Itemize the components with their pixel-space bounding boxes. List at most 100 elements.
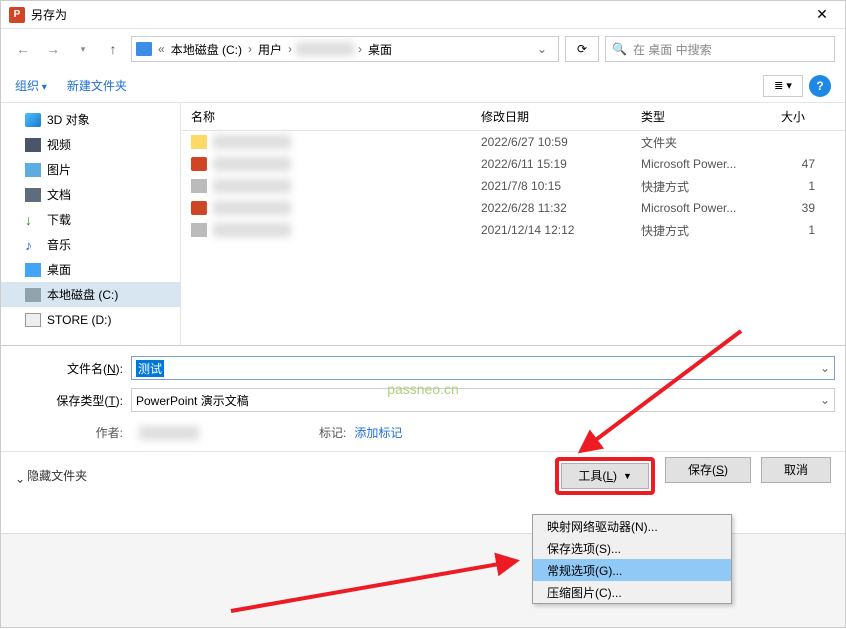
author-label: 作者:	[11, 424, 131, 441]
tag-label: 标记:	[319, 424, 346, 441]
forward-button[interactable]: →	[41, 37, 65, 61]
breadcrumb-hidden[interactable]: xxx	[296, 42, 354, 56]
breadcrumb-sep: ›	[286, 42, 294, 56]
file-size: 1	[781, 223, 845, 237]
file-size: 1	[781, 179, 845, 193]
file-type: 快捷方式	[641, 178, 781, 195]
sidebar-item-7[interactable]: 本地磁盘 (C:)	[1, 282, 180, 307]
file-type: Microsoft Power...	[641, 157, 781, 171]
file-row[interactable]: xxx 2021/7/8 10:15快捷方式1	[181, 175, 845, 197]
file-name-hidden: xxx	[213, 179, 291, 193]
sidebar-item-3[interactable]: 文档	[1, 182, 180, 207]
breadcrumb-sep: ›	[356, 42, 364, 56]
form-area: 文件名(N): 测试 ⌄ 保存类型(T): PowerPoint 演示文稿 ⌄ …	[1, 345, 845, 451]
store-icon	[25, 313, 41, 327]
titlebar: P 另存为 ✕	[1, 1, 845, 29]
tools-highlight-box: 工具(L) ▼	[555, 457, 655, 495]
main-area: 3D 对象视频图片文档 ↓ 下载 ♪ 音乐桌面本地磁盘 (C:)STORE (D:) 名…	[1, 103, 845, 345]
desk-icon	[25, 263, 41, 277]
filename-value: 测试	[136, 360, 164, 377]
sidebar-item-8[interactable]: STORE (D:)	[1, 307, 180, 332]
file-name-hidden: xxx	[213, 135, 291, 149]
sidebar-item-0[interactable]: 3D 对象	[1, 107, 180, 132]
file-icon	[191, 135, 207, 149]
file-icon	[191, 223, 207, 237]
up-button[interactable]: ↑	[101, 37, 125, 61]
col-date[interactable]: 修改日期	[481, 108, 641, 125]
col-name[interactable]: 名称	[191, 108, 481, 125]
bottom-bar: 隐藏文件夹 工具(L) ▼ 保存(S) 取消	[1, 451, 845, 499]
file-date: 2022/6/27 10:59	[481, 135, 641, 149]
col-type[interactable]: 类型	[641, 108, 781, 125]
sidebar-item-2[interactable]: 图片	[1, 157, 180, 182]
back-button[interactable]: ←	[11, 37, 35, 61]
breadcrumb-user[interactable]: 用户	[256, 41, 284, 58]
disk-icon	[25, 288, 41, 302]
sidebar-item-label: 文档	[47, 186, 71, 203]
pic-icon	[25, 163, 41, 177]
recent-dropdown[interactable]: ▾	[71, 37, 95, 61]
menu-item-0[interactable]: 映射网络驱动器(N)...	[533, 515, 731, 537]
sidebar-item-4[interactable]: ↓ 下载	[1, 207, 180, 232]
sidebar-item-label: 图片	[47, 161, 71, 178]
file-name-hidden: xxx	[213, 201, 291, 215]
sidebar-item-label: 下载	[47, 211, 71, 228]
breadcrumb[interactable]: « 本地磁盘 (C:) › 用户 › xxx › 桌面 ⌄	[131, 36, 559, 62]
sidebar-item-6[interactable]: 桌面	[1, 257, 180, 282]
filename-label: 文件名(N):	[11, 360, 131, 377]
file-date: 2021/7/8 10:15	[481, 179, 641, 193]
file-row[interactable]: xxx2022/6/11 15:19Microsoft Power...47	[181, 153, 845, 175]
breadcrumb-desktop[interactable]: 桌面	[366, 41, 394, 58]
breadcrumb-dropdown[interactable]: ⌄	[530, 42, 554, 56]
sidebar-item-label: 3D 对象	[47, 111, 90, 128]
organize-menu[interactable]: 组织	[15, 77, 47, 94]
sidebar-item-label: 音乐	[47, 236, 71, 253]
file-name-hidden: xxx	[213, 223, 291, 237]
file-row[interactable]: xxx2021/12/14 12:12快捷方式1	[181, 219, 845, 241]
save-button[interactable]: 保存(S)	[665, 457, 751, 483]
file-name-hidden: xxx	[213, 157, 291, 171]
3d-icon	[25, 113, 41, 127]
tools-button[interactable]: 工具(L) ▼	[561, 463, 649, 489]
file-date: 2022/6/28 11:32	[481, 201, 641, 215]
filename-dropdown-icon[interactable]: ⌄	[820, 361, 830, 375]
add-tag-link[interactable]: 添加标记	[354, 424, 402, 441]
music-icon: ♪	[25, 238, 41, 252]
file-row[interactable]: xxx 2022/6/27 10:59文件夹	[181, 131, 845, 153]
search-icon: 🔍	[612, 42, 627, 56]
menu-item-2[interactable]: 常规选项(G)...	[533, 559, 731, 581]
hide-folders-toggle[interactable]: 隐藏文件夹	[15, 467, 87, 484]
file-date: 2022/6/11 15:19	[481, 157, 641, 171]
savetype-dropdown-icon[interactable]: ⌄	[820, 393, 830, 407]
author-value[interactable]	[139, 426, 199, 440]
down-icon: ↓	[25, 213, 41, 227]
video-icon	[25, 138, 41, 152]
close-button[interactable]: ✕	[807, 1, 837, 29]
sidebar-item-5[interactable]: ♪ 音乐	[1, 232, 180, 257]
filename-input[interactable]: 测试 ⌄	[131, 356, 835, 380]
file-size: 39	[781, 201, 845, 215]
menu-item-1[interactable]: 保存选项(S)...	[533, 537, 731, 559]
file-icon	[191, 201, 207, 215]
file-type: 文件夹	[641, 134, 781, 151]
savetype-select[interactable]: PowerPoint 演示文稿 ⌄	[131, 388, 835, 412]
sidebar-item-1[interactable]: 视频	[1, 132, 180, 157]
col-size[interactable]: 大小	[781, 108, 845, 125]
new-folder-button[interactable]: 新建文件夹	[67, 77, 127, 94]
cancel-button[interactable]: 取消	[761, 457, 831, 483]
file-list: xxx 2022/6/27 10:59文件夹 xxx 2022/6/11 15:19M…	[181, 131, 845, 345]
sidebar: 3D 对象视频图片文档 ↓ 下载 ♪ 音乐桌面本地磁盘 (C:)STORE (D:)	[1, 103, 181, 345]
view-options-button[interactable]: ≣ ▾	[763, 75, 803, 97]
refresh-button[interactable]: ⟳	[565, 36, 599, 62]
doc-icon	[25, 188, 41, 202]
breadcrumb-disk[interactable]: 本地磁盘 (C:)	[169, 41, 244, 58]
file-row[interactable]: xxx2022/6/28 11:32Microsoft Power...39	[181, 197, 845, 219]
help-button[interactable]: ?	[809, 75, 831, 97]
file-date: 2021/12/14 12:12	[481, 223, 641, 237]
menu-item-3[interactable]: 压缩图片(C)...	[533, 581, 731, 603]
sidebar-item-label: 视频	[47, 136, 71, 153]
search-input[interactable]: 🔍 在 桌面 中搜索	[605, 36, 835, 62]
breadcrumb-sep: «	[156, 42, 167, 56]
tools-dropdown-menu: 映射网络驱动器(N)...保存选项(S)...常规选项(G)...压缩图片(C)…	[532, 514, 732, 604]
file-list-header: 名称 修改日期 类型 大小	[181, 103, 845, 131]
